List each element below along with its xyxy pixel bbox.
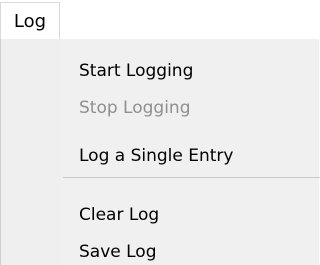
log-menu-title[interactable]: Log [0, 2, 60, 40]
menu-item-start-logging[interactable]: Start Logging [63, 53, 320, 88]
log-dropdown-menu: Start Logging Stop Logging Log a Single … [0, 39, 320, 265]
menu-screenshot: Log Start Logging Stop Logging Log a Sin… [0, 0, 320, 265]
menu-item-stop-logging: Stop Logging [79, 97, 191, 118]
menu-item-log-single-entry[interactable]: Log a Single Entry [63, 138, 320, 173]
menu-bar: Log [0, 0, 319, 40]
menu-item-clear-log[interactable]: Clear Log [63, 197, 320, 232]
menu-separator [63, 177, 320, 178]
menu-item-save-log[interactable]: Save Log [63, 234, 320, 265]
menu-icon-gutter [1, 39, 63, 265]
